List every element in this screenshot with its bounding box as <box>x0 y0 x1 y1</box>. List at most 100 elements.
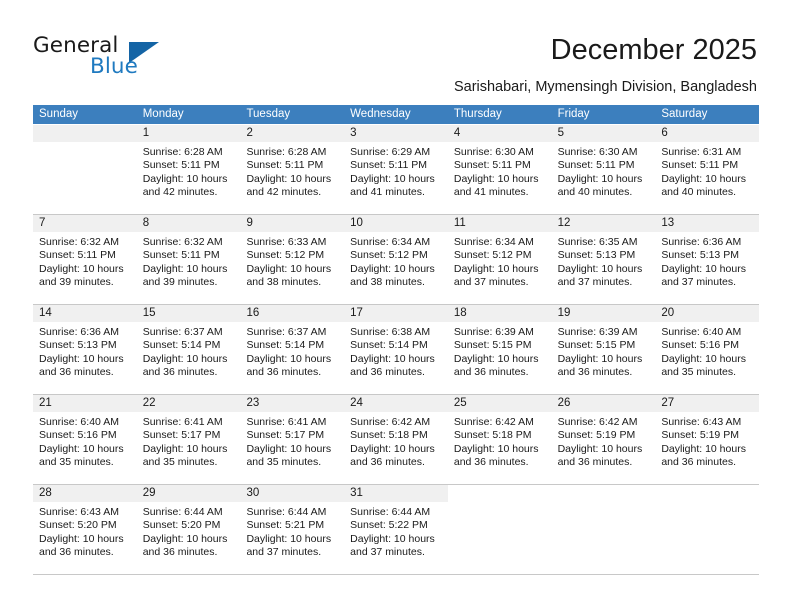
sunset-text: Sunset: 5:16 PM <box>39 429 117 442</box>
sunrise-text: Sunrise: 6:44 AM <box>350 506 431 518</box>
weekday-header-wednesday: Wednesday <box>350 108 411 120</box>
day-details: Sunrise: 6:37 AM Sunset: 5:14 PM Daylight:… <box>137 322 241 394</box>
weekday-header-saturday: Saturday <box>661 108 708 120</box>
day-details: Sunrise: 6:36 AM Sunset: 5:13 PM Daylight:… <box>33 322 137 394</box>
day-number: 12 <box>551 215 656 232</box>
daylight-text-line1: Daylight: 10 hours <box>453 262 539 275</box>
sunrise-text: Sunrise: 6:36 AM <box>661 236 742 248</box>
sunrise-text: Sunrise: 6:32 AM <box>39 236 119 248</box>
sunset-text: Sunset: 5:18 PM <box>453 429 532 442</box>
sunrise-text: Sunrise: 6:41 AM <box>142 416 223 428</box>
calendar-week-row: 14 Sunrise: 6:36 AM Sunset: 5:13 PM Dayligh… <box>33 305 760 395</box>
sunset-text: Sunset: 5:11 PM <box>661 159 739 172</box>
calendar-day-cell[interactable]: 1 Sunrise: 6:28 AM Sunset: 5:11 PM Daylight… <box>136 125 241 214</box>
day-details: Sunrise: 6:33 AM Sunset: 5:12 PM Daylight:… <box>240 232 344 304</box>
calendar-day-cell[interactable]: 16 Sunrise: 6:37 AM Sunset: 5:14 PM Dayligh… <box>240 305 345 394</box>
sunrise-text: Sunrise: 6:30 AM <box>453 146 534 158</box>
calendar-day-cell[interactable]: 13 Sunrise: 6:36 AM Sunset: 5:13 PM Dayligh… <box>655 215 760 304</box>
day-details: Sunrise: 6:39 AM Sunset: 5:15 PM Daylight:… <box>448 322 552 394</box>
day-details: Sunrise: 6:38 AM Sunset: 5:14 PM Daylight:… <box>344 322 448 394</box>
sunset-text: Sunset: 5:14 PM <box>350 339 428 352</box>
calendar-day-cell[interactable]: 5 Sunrise: 6:30 AM Sunset: 5:11 PM Daylight… <box>551 125 656 214</box>
daylight-text-line2: and 38 minutes. <box>350 275 425 288</box>
page-subtitle: Sarishabari, Mymensingh Division, Bangla… <box>453 79 757 95</box>
day-details: Sunrise: 6:42 AM Sunset: 5:19 PM Daylight:… <box>552 412 656 484</box>
calendar-week-row: 1 Sunrise: 6:28 AM Sunset: 5:11 PM Daylight… <box>33 124 760 215</box>
page-title: December 2025 <box>550 34 757 66</box>
calendar-day-cell[interactable]: 29 Sunrise: 6:44 AM Sunset: 5:20 PM Dayligh… <box>136 485 241 574</box>
calendar-day-cell[interactable]: 4 Sunrise: 6:30 AM Sunset: 5:11 PM Daylight… <box>447 125 552 214</box>
calendar-day-cell[interactable]: 31 Sunrise: 6:44 AM Sunset: 5:22 PM Dayligh… <box>344 485 448 574</box>
sunset-text: Sunset: 5:13 PM <box>39 339 117 352</box>
calendar-day-cell[interactable]: 21 Sunrise: 6:40 AM Sunset: 5:16 PM Dayligh… <box>33 395 137 484</box>
day-number: 7 <box>33 215 137 232</box>
day-number: 2 <box>240 125 345 142</box>
day-details: Sunrise: 6:34 AM Sunset: 5:12 PM Daylight:… <box>344 232 448 304</box>
sunrise-text: Sunrise: 6:30 AM <box>557 146 638 158</box>
calendar-day-cell[interactable]: 15 Sunrise: 6:37 AM Sunset: 5:14 PM Dayligh… <box>136 305 241 394</box>
calendar-day-cell[interactable]: 18 Sunrise: 6:39 AM Sunset: 5:15 PM Dayligh… <box>447 305 552 394</box>
daylight-text-line2: and 39 minutes. <box>142 275 218 288</box>
day-number: 26 <box>551 395 656 412</box>
calendar-day-cell[interactable]: 10 Sunrise: 6:34 AM Sunset: 5:12 PM Dayligh… <box>344 215 448 304</box>
sunrise-text: Sunrise: 6:37 AM <box>246 326 327 338</box>
daylight-text-line2: and 38 minutes. <box>246 275 322 288</box>
calendar-day-cell[interactable]: 22 Sunrise: 6:41 AM Sunset: 5:17 PM Dayligh… <box>136 395 241 484</box>
sunrise-text: Sunrise: 6:44 AM <box>246 506 327 518</box>
calendar-day-cell[interactable]: 30 Sunrise: 6:44 AM Sunset: 5:21 PM Dayligh… <box>240 485 345 574</box>
brand-logo[interactable]: General Blue <box>33 33 253 83</box>
calendar-day-cell[interactable]: 20 Sunrise: 6:40 AM Sunset: 5:16 PM Dayligh… <box>655 305 760 394</box>
sunset-text: Sunset: 5:11 PM <box>142 159 220 172</box>
calendar-week-row: 28 Sunrise: 6:43 AM Sunset: 5:20 PM Dayligh… <box>33 485 760 575</box>
day-number: 24 <box>344 395 448 412</box>
sunrise-text: Sunrise: 6:33 AM <box>246 236 327 248</box>
daylight-text-line1: Daylight: 10 hours <box>453 442 539 455</box>
weekday-header-thursday: Thursday <box>453 108 502 120</box>
daylight-text-line2: and 36 minutes. <box>142 365 218 378</box>
calendar-day-cell[interactable]: 9 Sunrise: 6:33 AM Sunset: 5:12 PM Daylight… <box>240 215 345 304</box>
calendar-page: General Blue December 2025 Sarishabari, … <box>0 0 792 612</box>
sunset-text: Sunset: 5:12 PM <box>350 249 428 262</box>
daylight-text-line2: and 41 minutes. <box>453 185 529 198</box>
calendar-day-cell[interactable]: 6 Sunrise: 6:31 AM Sunset: 5:11 PM Daylight… <box>655 125 760 214</box>
calendar-day-cell-empty <box>447 485 552 574</box>
calendar-day-cell[interactable]: 11 Sunrise: 6:34 AM Sunset: 5:12 PM Dayligh… <box>447 215 552 304</box>
calendar-day-cell[interactable]: 27 Sunrise: 6:43 AM Sunset: 5:19 PM Dayligh… <box>655 395 760 484</box>
calendar-day-cell[interactable]: 8 Sunrise: 6:32 AM Sunset: 5:11 PM Daylight… <box>136 215 241 304</box>
calendar-day-cell[interactable]: 26 Sunrise: 6:42 AM Sunset: 5:19 PM Dayligh… <box>551 395 656 484</box>
calendar-day-cell[interactable]: 23 Sunrise: 6:41 AM Sunset: 5:17 PM Dayligh… <box>240 395 345 484</box>
calendar-day-cell[interactable]: 17 Sunrise: 6:38 AM Sunset: 5:14 PM Dayligh… <box>344 305 448 394</box>
daylight-text-line1: Daylight: 10 hours <box>142 532 228 545</box>
sunrise-text: Sunrise: 6:37 AM <box>142 326 223 338</box>
calendar-day-cell[interactable]: 25 Sunrise: 6:42 AM Sunset: 5:18 PM Dayligh… <box>447 395 552 484</box>
day-details: Sunrise: 6:35 AM Sunset: 5:13 PM Daylight:… <box>552 232 656 304</box>
calendar-day-cell[interactable]: 28 Sunrise: 6:43 AM Sunset: 5:20 PM Dayligh… <box>33 485 137 574</box>
calendar-day-cell[interactable]: 3 Sunrise: 6:29 AM Sunset: 5:11 PM Daylight… <box>344 125 448 214</box>
daylight-text-line2: and 42 minutes. <box>246 185 322 198</box>
daylight-text-line1: Daylight: 10 hours <box>142 352 228 365</box>
day-number: 31 <box>344 485 448 502</box>
day-details: Sunrise: 6:42 AM Sunset: 5:18 PM Daylight:… <box>344 412 448 484</box>
sunrise-text: Sunrise: 6:29 AM <box>350 146 431 158</box>
sunset-text: Sunset: 5:12 PM <box>246 249 325 262</box>
day-details: Sunrise: 6:44 AM Sunset: 5:20 PM Daylight:… <box>137 502 241 574</box>
day-details: Sunrise: 6:39 AM Sunset: 5:15 PM Daylight:… <box>552 322 656 394</box>
calendar-day-cell[interactable]: 7 Sunrise: 6:32 AM Sunset: 5:11 PM Daylight… <box>33 215 137 304</box>
day-number <box>655 485 760 502</box>
day-number: 4 <box>447 125 552 142</box>
day-details: Sunrise: 6:36 AM Sunset: 5:13 PM Daylight:… <box>655 232 759 304</box>
sunrise-text: Sunrise: 6:42 AM <box>350 416 431 428</box>
daylight-text-line1: Daylight: 10 hours <box>350 172 435 185</box>
sunrise-text: Sunrise: 6:28 AM <box>142 146 223 158</box>
calendar-day-cell[interactable]: 19 Sunrise: 6:39 AM Sunset: 5:15 PM Dayligh… <box>551 305 656 394</box>
day-details: Sunrise: 6:28 AM Sunset: 5:11 PM Daylight:… <box>137 142 241 214</box>
calendar-day-cell[interactable]: 2 Sunrise: 6:28 AM Sunset: 5:11 PM Daylight… <box>240 125 345 214</box>
daylight-text-line2: and 40 minutes. <box>661 185 737 198</box>
calendar-day-cell[interactable]: 14 Sunrise: 6:36 AM Sunset: 5:13 PM Dayligh… <box>33 305 137 394</box>
day-number: 10 <box>344 215 448 232</box>
daylight-text-line1: Daylight: 10 hours <box>39 532 124 545</box>
calendar-day-cell[interactable]: 12 Sunrise: 6:35 AM Sunset: 5:13 PM Dayligh… <box>551 215 656 304</box>
daylight-text-line1: Daylight: 10 hours <box>142 442 228 455</box>
calendar-day-cell[interactable]: 24 Sunrise: 6:42 AM Sunset: 5:18 PM Dayligh… <box>344 395 448 484</box>
daylight-text-line1: Daylight: 10 hours <box>246 352 332 365</box>
